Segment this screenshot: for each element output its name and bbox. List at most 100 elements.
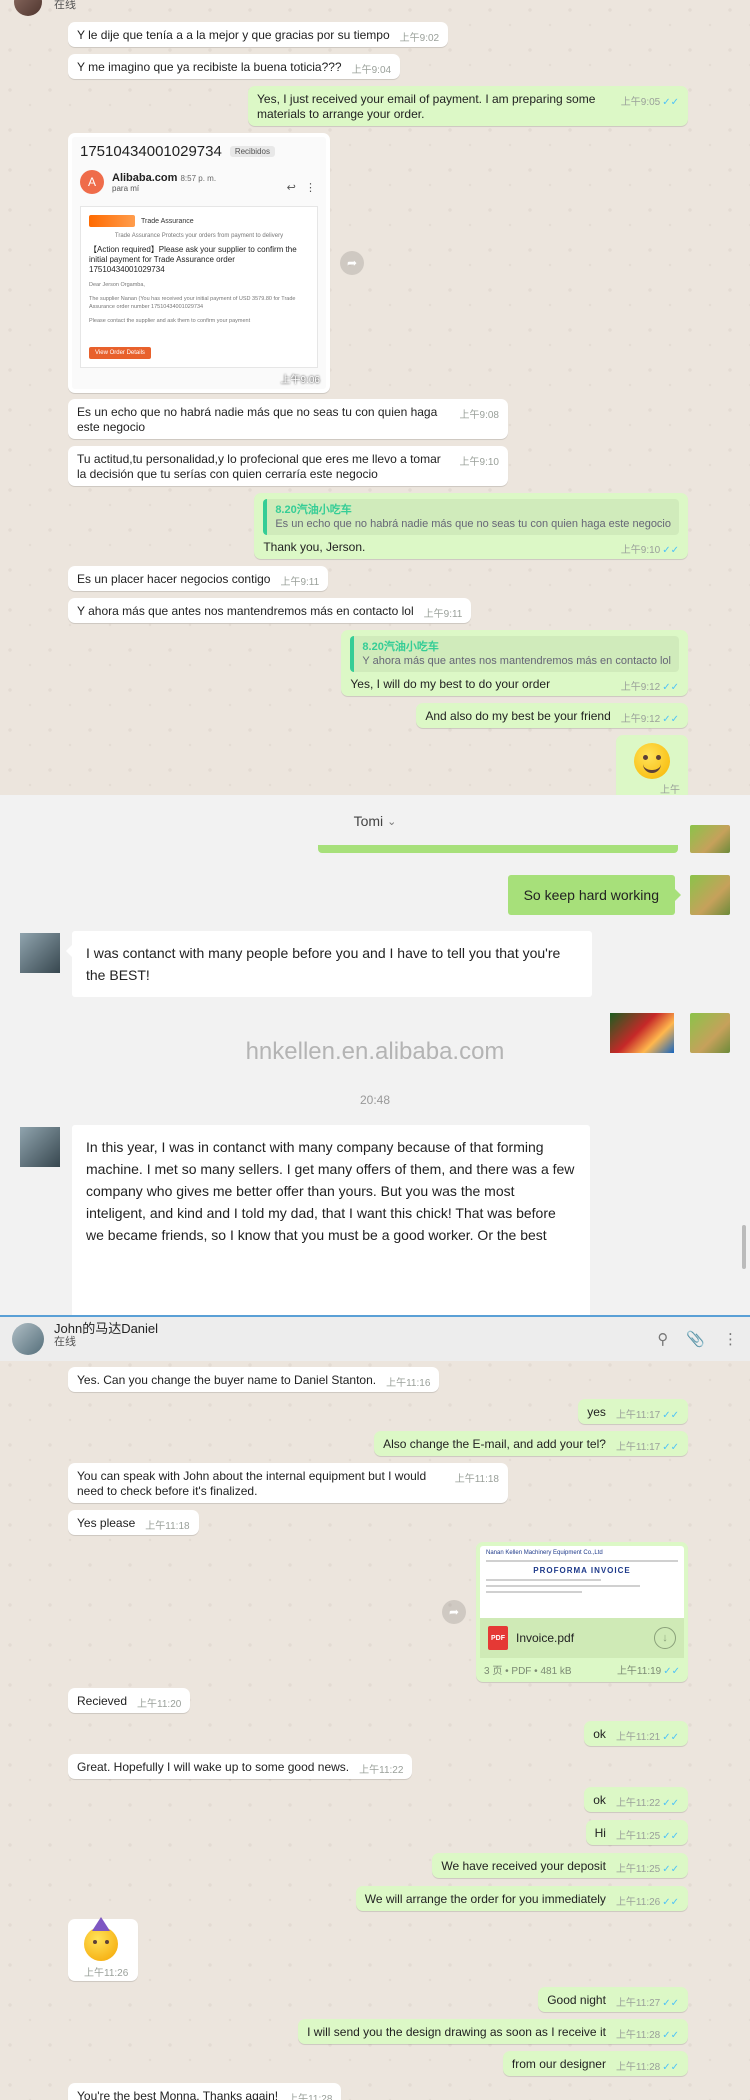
outgoing-message-bubble[interactable]: 上午9:12 ✓✓ And also do my best be your frie… [416,703,688,728]
message-text: Yes, I will do my best to do your order [350,677,551,691]
message-time: 上午9:12 [660,785,680,795]
alibaba-logo [89,215,135,227]
message-time: 上午11:22 [615,1798,661,1809]
chevron-down-icon[interactable]: ⌄ [387,815,396,828]
search-icon[interactable]: ⚲ [657,1330,668,1348]
menu-icon[interactable]: ⋮ [723,1330,738,1348]
outgoing-message-bubble[interactable]: 上午11:22 ✓✓ ok [584,1787,688,1812]
outgoing-message-bubble[interactable]: 上午9:05 ✓✓ Yes, I just received your email … [248,86,688,126]
incoming-message-bubble[interactable]: 上午11:18 Yes please [68,1510,199,1535]
message-time-wrap: 上午11:28 ✓✓ [616,2062,679,2074]
forward-icon[interactable]: ➦ [340,251,364,275]
read-tick-icon: ✓✓ [662,1410,679,1421]
message-row: 上午11:22 ✓✓ ok [0,1787,750,1812]
message-time-wrap: 上午9:12 ✓✓ [621,682,679,694]
message-bubble[interactable]: I was contanct with many people before y… [66,931,592,997]
outgoing-message-bubble[interactable]: 上午11:26 ✓✓ We will arrange the order for y… [355,1886,688,1911]
read-tick-icon: ✓✓ [662,1864,679,1875]
read-tick-icon: ✓✓ [662,1831,679,1842]
avatar[interactable] [690,875,730,915]
incoming-message-bubble[interactable]: 上午9:04 Y me imagino que ya recibiste la b… [68,54,401,79]
inbox-label: Recibidos [229,146,275,157]
incoming-message-bubble[interactable]: 上午11:28 You're the best Monna. Thanks aga… [68,2083,342,2100]
message-row: 上午9:11 Y ahora más que antes nos mantendr… [0,598,750,623]
forward-icon[interactable]: ➦ [442,1600,466,1624]
message-list: 上午11:20 Recieved 上午11:21 ✓✓ ok 上午11:22 Great. … [0,1688,750,1911]
outgoing-message-bubble[interactable]: 上午11:21 ✓✓ ok [584,1721,688,1746]
sticker-message[interactable]: 上午11:26 [68,1917,138,1981]
message-time-wrap: 上午9:10 [460,457,499,469]
message-row: 上午11:28 ✓✓ I will send you the design draw… [0,2019,750,2044]
message-bubble[interactable]: In this year, I was in contanct with man… [72,1125,590,1315]
incoming-message-bubble[interactable]: 上午9:10 Tu actitud,tu personalidad,y lo pr… [68,446,508,486]
trade-assurance-line: Trade Assurance Protects your orders fro… [114,233,284,239]
outgoing-message-bubble[interactable]: 上午11:27 ✓✓ Good night [538,1987,688,2012]
incoming-message-bubble[interactable]: 上午9:11 Es un placer hacer negocios contig… [68,566,329,591]
email-screenshot-message[interactable]: 17510434001029734 Recibidos A Alibaba.com… [68,133,330,393]
message-time: 上午11:18 [454,1474,499,1485]
email-body-1: The supplier Nanan (You has received you… [89,296,296,310]
message-time-wrap: 上午11:25 ✓✓ [616,1864,679,1876]
avatar[interactable] [20,933,60,973]
message-time-wrap: 上午9:10 ✓✓ [621,545,679,557]
invoice-title: PROFORMA INVOICE [533,1566,631,1575]
pdf-message[interactable]: Nanan Kellen Machinery Equipment Co.,Ltd… [476,1542,688,1682]
message-text: from our designer [511,2057,606,2071]
scrollbar[interactable] [742,1225,746,1269]
sender-avatar: A [80,170,104,194]
incoming-message-bubble[interactable]: 上午11:22 Great. Hopefully I will wake up t… [68,1754,413,1779]
message-time-wrap: 上午9:12 ✓✓ [621,714,679,726]
contact-name: John的马达Daniel [54,1320,159,1336]
quoted-message[interactable]: 8.20汽油小吃车 Es un echo que no habrá nadie m… [263,499,679,535]
message-row: 上午9:02 Y le dije que tenía a a la mejor y… [0,22,750,47]
emoji-message-row: 上午9:12✓✓ [0,735,750,795]
incoming-message-bubble[interactable]: 上午11:18 You can speak with John about the… [68,1463,508,1503]
message-text: You're the best Monna. Thanks again! [77,2089,279,2100]
avatar[interactable] [690,825,730,853]
outgoing-message-bubble[interactable]: 上午11:17 ✓✓ Also change the E-mail, and add… [374,1431,688,1456]
previous-message-bubble [318,845,678,853]
avatar[interactable] [20,1127,60,1167]
outgoing-message-bubble[interactable]: 8.20汽油小吃车 Y ahora más que antes nos mante… [341,630,688,696]
message-text: Es un placer hacer negocios contigo [77,572,271,586]
email-time: 8:57 p. m. [180,173,217,183]
attach-icon[interactable]: 📎 [686,1330,705,1348]
whatsapp-chat-panel-1: 在线 上午9:02 Y le dije que tenía a a la mejo… [0,0,750,795]
incoming-message-bubble[interactable]: 上午9:11 Y ahora más que antes nos mantendr… [68,598,472,623]
emoji-message[interactable]: 上午9:12✓✓ [616,735,688,795]
message-time: 上午9:10 [459,457,499,468]
message-text: Yes. Can you change the buyer name to Da… [77,1373,377,1387]
quoted-message[interactable]: 8.20汽油小吃车 Y ahora más que antes nos mante… [350,636,679,672]
message-time-wrap: 上午11:26 ✓✓ [616,1897,679,1909]
message-bubble[interactable]: So keep hard working [507,875,682,915]
message-time-wrap: 上午11:16 [386,1378,430,1390]
download-icon[interactable]: ↓ [654,1627,676,1649]
message-row: 上午11:17 ✓✓ Also change the E-mail, and add… [0,1431,750,1456]
outgoing-message-bubble[interactable]: 8.20汽油小吃车 Es un echo que no habrá nadie m… [254,493,688,559]
email-screenshot: 17510434001029734 Recibidos A Alibaba.com… [72,137,326,389]
message-time-wrap: 上午11:18 [145,1521,189,1533]
email-body-2: Please contact the supplier and ask them… [89,318,251,324]
message-time-wrap: 上午11:28 ✓✓ [616,2030,679,2042]
incoming-message-bubble[interactable]: 上午9:08 Es un echo que no habrá nadie más … [68,399,508,439]
incoming-message-bubble[interactable]: 上午11:20 Recieved [68,1688,191,1713]
message-time: 上午11:18 [145,1521,190,1532]
message-time: 上午11:16 [386,1378,431,1389]
incoming-message-bubble[interactable]: 上午11:16 Yes. Can you change the buyer nam… [68,1367,440,1392]
message-row: 上午11:18 You can speak with John about the… [0,1463,750,1503]
outgoing-message-bubble[interactable]: 上午11:25 ✓✓ Hi [585,1820,688,1845]
outgoing-message-bubble[interactable]: 上午11:28 ✓✓ I will send you the design draw… [298,2019,688,2044]
outgoing-message-bubble[interactable]: 上午11:28 ✓✓ from our designer [502,2051,688,2076]
avatar[interactable] [12,1323,44,1355]
message-list: 上午11:27 ✓✓ Good night 上午11:28 ✓✓ I will send … [0,1987,750,2100]
incoming-message-bubble[interactable]: 上午9:02 Y le dije que tenía a a la mejor y… [68,22,449,47]
message-text: Y le dije que tenía a a la mejor y que g… [77,28,390,42]
message-text: Yes, I just received your email of payme… [257,92,599,121]
message-time-wrap: 上午9:04 [352,65,391,77]
outgoing-message-bubble[interactable]: 上午11:17 ✓✓ yes [578,1399,688,1424]
outgoing-message-bubble[interactable]: 上午11:25 ✓✓ We have received your deposit [432,1853,688,1878]
invoice-company: Nanan Kellen Machinery Equipment Co.,Ltd [486,1550,603,1556]
message-time-wrap: 上午9:05 ✓✓ [621,97,679,109]
avatar[interactable] [14,0,42,16]
smiley-emoji-icon [634,743,670,779]
